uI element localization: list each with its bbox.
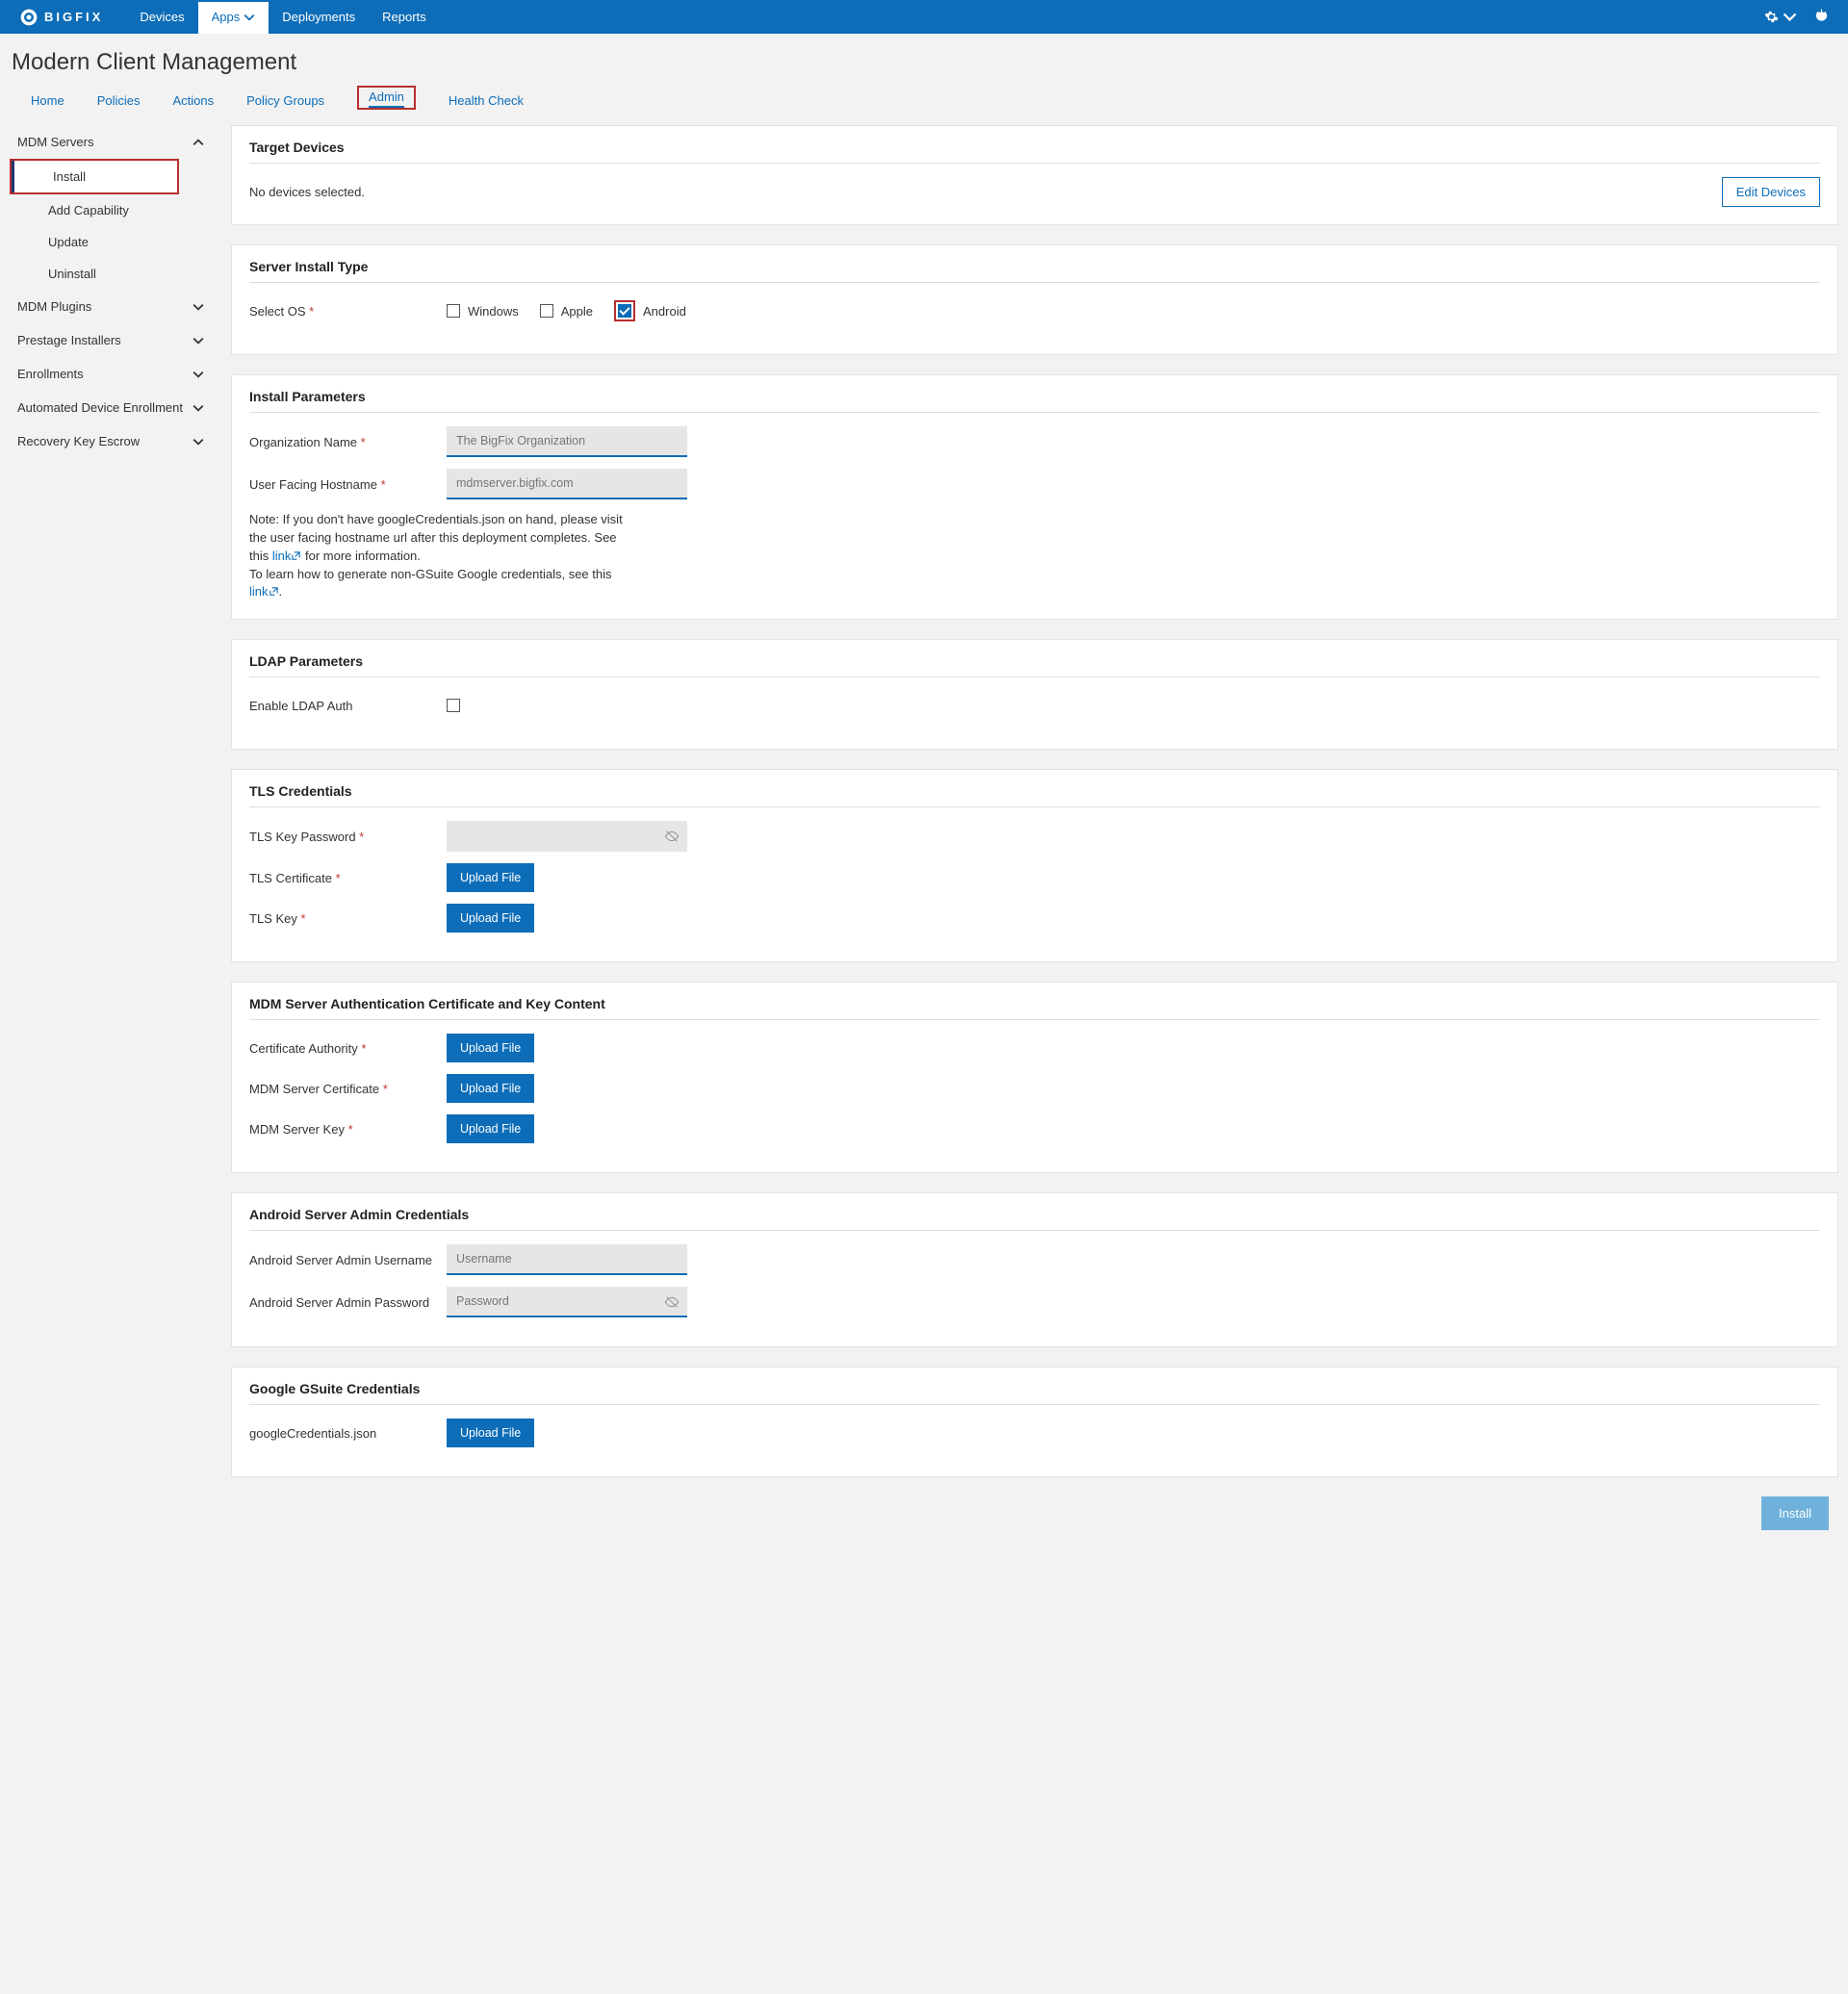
server-install-type-title: Server Install Type [249,259,1820,283]
power-icon [1814,9,1829,23]
tab-actions[interactable]: Actions [172,89,214,114]
sidebar-prestage[interactable]: Prestage Installers [10,323,212,357]
sidebar: MDM Servers Install Add Capability Updat… [10,125,212,458]
card-ldap: LDAP Parameters Enable LDAP Auth [231,639,1838,750]
gear-icon [1764,10,1779,24]
install-note: Note: If you don't have googleCredential… [249,511,625,601]
chevron-down-icon [192,402,204,414]
sidebar-recovery[interactable]: Recovery Key Escrow [10,424,212,458]
os-windows-option[interactable]: Windows [447,304,519,319]
sidebar-auto-enroll[interactable]: Automated Device Enrollment [10,391,212,424]
hostname-input[interactable] [447,469,687,499]
chevron-down-icon [192,335,204,346]
sidebar-item-update[interactable]: Update [10,226,212,258]
chevron-down-icon [192,301,204,313]
no-devices-text: No devices selected. [249,185,365,199]
checkbox-icon [540,304,553,318]
chevron-down-icon [244,12,255,23]
external-link-icon [291,550,301,561]
external-link-icon [269,586,279,597]
tls-key-upload-button[interactable]: Upload File [447,904,534,933]
chevron-down-icon [192,369,204,380]
tls-title: TLS Credentials [249,783,1820,807]
nav-devices[interactable]: Devices [126,2,197,32]
card-target-devices: Target Devices No devices selected. Edit… [231,125,1838,225]
nav-apps[interactable]: Apps [198,2,270,34]
top-nav: Devices Apps Deployments Reports [126,2,439,32]
chevron-down-icon [192,436,204,447]
sidebar-enrollments[interactable]: Enrollments [10,357,212,391]
android-cred-title: Android Server Admin Credentials [249,1207,1820,1231]
sidebar-item-install[interactable]: Install [12,161,177,192]
brand-logo-icon [19,8,38,27]
tab-policies[interactable]: Policies [97,89,141,114]
os-apple-option[interactable]: Apple [540,304,593,319]
tab-health-check[interactable]: Health Check [449,89,524,114]
android-highlight [614,300,635,321]
ldap-checkbox[interactable] [447,699,460,712]
install-button[interactable]: Install [1761,1496,1829,1530]
android-username-input[interactable] [447,1244,687,1275]
install-params-title: Install Parameters [249,389,1820,413]
mdm-cert-upload-button[interactable]: Upload File [447,1074,534,1103]
power-button[interactable] [1814,9,1829,26]
card-install-parameters: Install Parameters Organization Name * U… [231,374,1838,620]
tab-admin-highlight: Admin [357,86,416,110]
target-devices-title: Target Devices [249,140,1820,164]
tls-password-input[interactable] [447,821,687,852]
edit-devices-button[interactable]: Edit Devices [1722,177,1820,207]
tab-home[interactable]: Home [31,89,64,114]
sidebar-install-highlight: Install [10,159,179,194]
settings-menu[interactable] [1764,10,1797,24]
card-mdm-auth: MDM Server Authentication Certificate an… [231,982,1838,1173]
card-android-cred: Android Server Admin Credentials Android… [231,1192,1838,1347]
chevron-down-icon [1783,10,1797,24]
eye-off-icon[interactable] [664,829,680,844]
android-password-input[interactable] [447,1287,687,1317]
top-bar: BIGFIX Devices Apps Deployments Reports [0,0,1848,34]
note-link-2[interactable]: link [249,584,279,599]
ldap-title: LDAP Parameters [249,653,1820,677]
gsuite-title: Google GSuite Credentials [249,1381,1820,1405]
gsuite-upload-button[interactable]: Upload File [447,1419,534,1447]
sidebar-mdm-plugins[interactable]: MDM Plugins [10,290,212,323]
sidebar-item-add-capability[interactable]: Add Capability [10,194,212,226]
tab-admin[interactable]: Admin [369,86,404,108]
card-tls: TLS Credentials TLS Key Password * TLS C… [231,769,1838,962]
sidebar-mdm-servers[interactable]: MDM Servers [10,125,212,159]
sub-tabs: Home Policies Actions Policy Groups Admi… [0,86,1848,114]
note-link-1[interactable]: link [272,549,302,563]
tls-cert-upload-button[interactable]: Upload File [447,863,534,892]
brand: BIGFIX [19,8,103,27]
tab-policy-groups[interactable]: Policy Groups [246,89,324,114]
sidebar-item-uninstall[interactable]: Uninstall [10,258,212,290]
checkbox-icon [447,304,460,318]
nav-deployments[interactable]: Deployments [269,2,369,32]
page-title: Modern Client Management [0,34,1848,86]
checkbox-checked-icon [618,304,631,318]
eye-off-icon[interactable] [664,1294,680,1310]
card-gsuite: Google GSuite Credentials googleCredenti… [231,1367,1838,1477]
chevron-up-icon [192,137,204,148]
main-content: Target Devices No devices selected. Edit… [231,125,1838,1530]
mdm-auth-title: MDM Server Authentication Certificate an… [249,996,1820,1020]
mdm-key-upload-button[interactable]: Upload File [447,1114,534,1143]
nav-reports[interactable]: Reports [369,2,440,32]
org-name-input[interactable] [447,426,687,457]
card-server-install-type: Server Install Type Select OS * Windows … [231,244,1838,355]
os-android-option[interactable]: Android [614,300,686,321]
ca-upload-button[interactable]: Upload File [447,1034,534,1062]
